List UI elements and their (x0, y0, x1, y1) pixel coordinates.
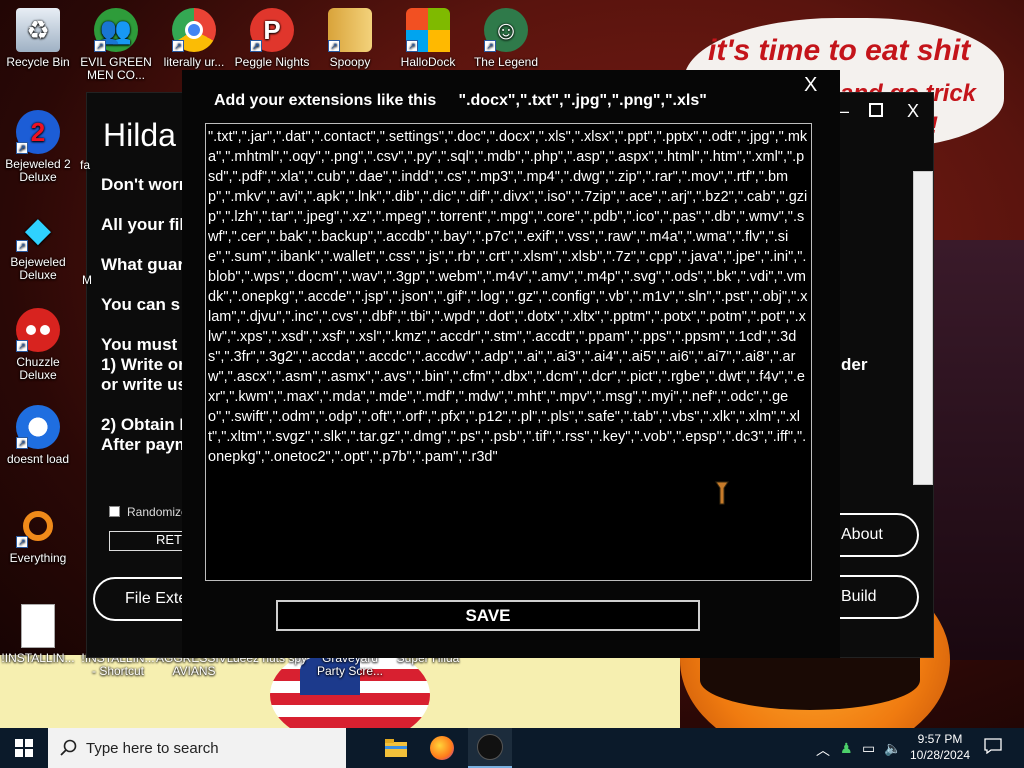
taskbar-file-explorer[interactable] (374, 728, 418, 768)
info-line: 1) Write or (101, 355, 185, 374)
ret-button[interactable]: RET (109, 531, 189, 551)
window-title: Hilda (103, 117, 176, 153)
start-button[interactable] (0, 728, 48, 768)
chuzzle-icon: ↗ (16, 308, 60, 352)
search-icon (60, 739, 77, 756)
desktop-icon-label: Everything (9, 551, 67, 565)
window-close-button[interactable]: X (907, 101, 919, 122)
wallpaper-pumpkin-face (700, 650, 920, 710)
crab-app-icon (477, 734, 503, 760)
peggle-icon: P ↗ (250, 8, 294, 52)
taskbar-firefox[interactable] (420, 728, 464, 768)
chevron-up-icon: ︿ (816, 742, 830, 758)
info-line-right: der (841, 355, 868, 374)
people-tray-icon[interactable]: ♟ (840, 740, 853, 757)
document-icon (21, 604, 55, 648)
folder-icon: ↗ (328, 8, 372, 52)
firefox-icon (430, 736, 454, 760)
desktop-icon-everything[interactable]: ↗ Everything (0, 504, 76, 565)
recycle-bin-icon: ♻ (16, 8, 60, 52)
desktop-icon-label: Spoopy (329, 55, 371, 69)
desktop-icon-doesnt-load[interactable]: ↗ doesnt load (0, 405, 76, 466)
desktop-icon-chrome[interactable]: ↗ literally ur... (156, 8, 232, 69)
ret-label: RET (156, 532, 182, 547)
maximize-button[interactable] (869, 103, 883, 117)
notification-icon (984, 738, 1002, 755)
desktop-icon-label: Peggle Nights (234, 55, 310, 69)
desktop-icon-chuzzle[interactable]: ↗ Chuzzle Deluxe (0, 308, 76, 382)
clock-time: 9:57 PM (917, 732, 963, 746)
desktop-icon-label: Bejeweled 2 Deluxe (5, 157, 71, 184)
info-line: or write us (101, 375, 187, 394)
diamond-icon: ◆ ↗ (16, 208, 60, 252)
green-men-icon: 👥 ↗ (94, 8, 138, 52)
info-line: You must (101, 335, 178, 354)
desktop-icon-peggle[interactable]: P ↗ Peggle Nights (234, 8, 310, 69)
save-button[interactable]: SAVE (276, 600, 700, 631)
dialog-heading: Add your extensions like this ".docx",".… (214, 92, 707, 109)
info-line: You can s (101, 295, 181, 314)
desktop-icon-label: The Legend (473, 55, 539, 69)
chrome-icon: ↗ (172, 8, 216, 52)
windows-start-icon (15, 739, 33, 757)
extensions-textarea[interactable]: ".txt",".jar",".dat",".contact",".settin… (205, 123, 812, 581)
icon-label-fragment: fa (80, 158, 91, 172)
search-placeholder: Type here to search (86, 739, 219, 757)
wallpaper-hill (930, 240, 1024, 660)
desktop-icon-label: Bejeweled Deluxe (10, 255, 66, 282)
desktop-icon-bejeweled-2[interactable]: 2 ↗ Bejeweled 2 Deluxe (0, 110, 76, 184)
desktop-icon-label: EVIL GREEN MEN CO... (80, 55, 152, 82)
taskbar-active-app[interactable] (468, 728, 512, 768)
icon-label-fragment: M (82, 273, 92, 287)
minimize-button[interactable]: – (839, 101, 849, 122)
search-magnifier-icon: ↗ (16, 504, 60, 548)
desktop-icon-label: !INSTALLIN... (1, 651, 75, 665)
desktop-icon-the-legend[interactable]: ☺ ↗ The Legend (468, 8, 544, 69)
dialog-close-button[interactable]: X (804, 74, 817, 97)
scrollbar[interactable] (913, 171, 933, 485)
thunderbird-icon: ↗ (16, 405, 60, 449)
extensions-dialog: X Add your extensions like this ".docx",… (182, 70, 840, 658)
network-icon[interactable]: ▭ (862, 740, 875, 757)
desktop-icon-label: Chuzzle Deluxe (16, 355, 60, 382)
desktop-icon-label: Recycle Bin (6, 55, 70, 69)
about-label: About (841, 526, 883, 543)
show-hidden-icons-button[interactable]: ︿ (816, 740, 830, 760)
file-explorer-icon (385, 739, 407, 757)
desktop-icon-label: HalloDock (400, 55, 456, 69)
taskbar-search-box[interactable]: Type here to search (48, 728, 346, 768)
busy-cursor-icon (715, 481, 729, 505)
info-line: After paym (101, 435, 190, 454)
info-line: All your file (101, 215, 194, 234)
windows-logo-icon: ↗ (406, 8, 450, 52)
build-label: Build (841, 588, 877, 605)
taskbar: Type here to search ︿ ♟ ▭ 🔈 9:57 PM 10/2… (0, 728, 1024, 768)
gem-icon: 2 ↗ (16, 110, 60, 154)
randomize-label: Randomize (127, 505, 188, 519)
desktop-icon-hallodock[interactable]: ↗ HalloDock (390, 8, 466, 69)
desktop-icon-installing[interactable]: !INSTALLIN... (0, 604, 76, 665)
desktop-icon-spoopy[interactable]: ↗ Spoopy (312, 8, 388, 69)
info-line: Don't worr (101, 175, 186, 194)
volume-icon[interactable]: 🔈 (884, 740, 901, 757)
randomize-checkbox[interactable] (109, 506, 120, 517)
taskbar-clock[interactable]: 9:57 PM 10/28/2024 (908, 731, 972, 763)
info-line: 2) Obtain I (101, 415, 185, 434)
desktop-icon-evil-green-men[interactable]: 👥 ↗ EVIL GREEN MEN CO... (78, 8, 154, 82)
desktop-icon-label: doesnt load (6, 452, 70, 466)
wallpaper-caption: it's time to eat shit (708, 34, 971, 67)
clock-date: 10/28/2024 (909, 748, 971, 762)
desktop-icon-label: literally ur... (163, 55, 225, 69)
character-icon: ☺ ↗ (484, 8, 528, 52)
info-line: What guar (101, 255, 185, 274)
desktop-icon-recycle-bin[interactable]: ♻ Recycle Bin (0, 8, 76, 69)
notification-center-button[interactable] (984, 738, 1002, 757)
desktop-icon-bejeweled[interactable]: ◆ ↗ Bejeweled Deluxe (0, 208, 76, 282)
